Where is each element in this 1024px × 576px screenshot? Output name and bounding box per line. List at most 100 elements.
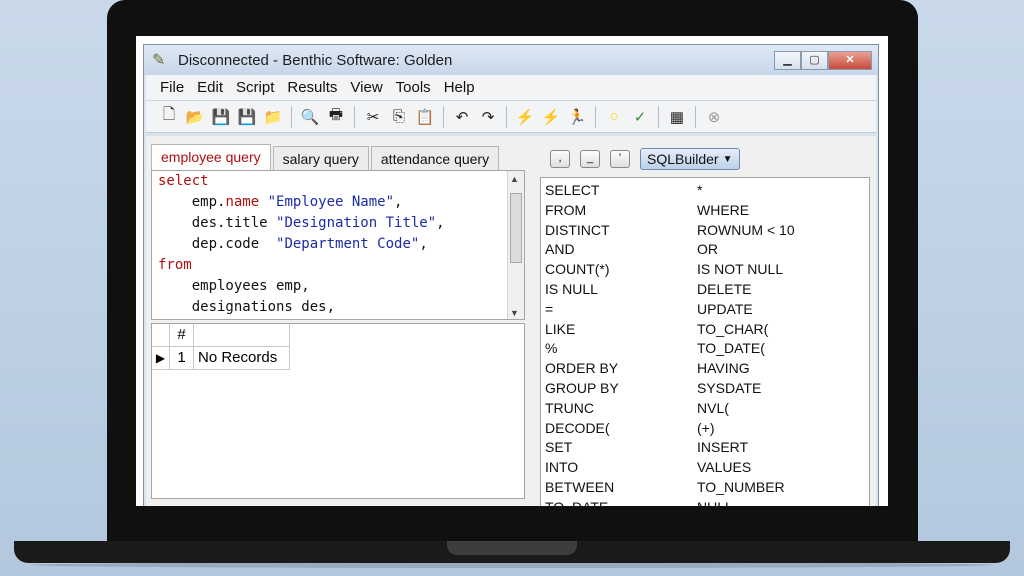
insert-comma-button[interactable]: , — [550, 150, 570, 168]
menu-results[interactable]: Results — [287, 79, 337, 96]
table-row[interactable]: ▶ 1 No Records — [152, 347, 524, 370]
insert-underscore-button[interactable]: _ — [580, 150, 600, 168]
open-folder-icon[interactable]: 📂 — [182, 108, 208, 126]
keyword-item[interactable]: SET — [541, 438, 693, 458]
undo-icon[interactable]: ↶ — [449, 108, 475, 126]
tab-employee-query[interactable]: employee query — [151, 144, 271, 170]
tab-salary-query[interactable]: salary query — [272, 146, 369, 170]
close-button[interactable]: ✕ — [828, 50, 872, 70]
commit-icon[interactable]: ○ — [601, 108, 627, 125]
keyword-item[interactable]: AND — [541, 240, 693, 260]
code-line: des.title "Designation Title", — [152, 213, 524, 234]
redo-icon[interactable]: ↷ — [475, 108, 501, 126]
save-icon[interactable]: 💾 — [208, 108, 234, 126]
keyword-item[interactable]: TRUNC — [541, 399, 693, 419]
open-icon[interactable]: 📁 — [260, 108, 286, 126]
scroll-up-icon[interactable]: ▲ — [510, 174, 519, 184]
keyword-item[interactable]: SELECT — [541, 181, 693, 201]
new-file-icon[interactable]: 🗋 — [156, 104, 182, 129]
cut-icon[interactable]: ✂ — [360, 108, 386, 126]
title-bar[interactable]: ✎ Disconnected - Benthic Software: Golde… — [144, 45, 878, 75]
keyword-item[interactable]: HAVING — [693, 359, 750, 379]
editor-scrollbar[interactable]: ▲ ▼ — [507, 171, 524, 319]
run-icon[interactable]: 🏃 — [564, 108, 590, 126]
code-line: emp.name "Employee Name", — [152, 192, 524, 213]
query-pane: employee query salary query attendance q… — [151, 144, 531, 506]
sql-builder-dropdown[interactable]: SQLBuilder ▼ — [640, 148, 740, 170]
cancel-icon[interactable]: ⊗ — [701, 108, 727, 126]
menu-tools[interactable]: Tools — [396, 79, 431, 96]
keyword-item[interactable]: BETWEEN — [541, 478, 693, 498]
keyword-item[interactable]: TO_NUMBER — [693, 478, 785, 498]
copy-icon[interactable]: ⎘ — [386, 108, 412, 125]
keyword-item[interactable]: NVL( — [693, 399, 729, 419]
menu-edit[interactable]: Edit — [197, 79, 223, 96]
keyword-item[interactable]: VALUES — [693, 458, 751, 478]
keyword-item[interactable]: ORDER BY — [541, 359, 693, 379]
scroll-down-icon[interactable]: ▼ — [510, 308, 519, 318]
keyword-item[interactable]: TO_DATE — [541, 498, 693, 506]
menu-view[interactable]: View — [350, 79, 382, 96]
keyword-item[interactable]: DELETE — [693, 280, 751, 300]
scroll-thumb[interactable] — [510, 193, 522, 263]
keyword-item[interactable]: INSERT — [693, 438, 748, 458]
execute-icon[interactable]: ⚡ — [512, 108, 538, 126]
keyword-item[interactable]: OR — [693, 240, 718, 260]
keyword-item[interactable]: COUNT(*) — [541, 260, 693, 280]
grid-header-row: # — [152, 324, 524, 347]
keyword-item[interactable]: = — [541, 300, 693, 320]
menu-file[interactable]: File — [160, 79, 184, 96]
toolbar-separator — [443, 105, 444, 128]
keyword-item[interactable]: WHERE — [693, 201, 749, 221]
menu-help[interactable]: Help — [444, 79, 475, 96]
insert-quote-button[interactable]: ' — [610, 150, 630, 168]
keyword-item[interactable]: TO_DATE( — [693, 339, 765, 359]
code-token: name — [225, 194, 260, 210]
keyword-item[interactable]: SYSDATE — [693, 379, 761, 399]
keyword-item[interactable]: UPDATE — [693, 300, 753, 320]
menu-script[interactable]: Script — [236, 79, 274, 96]
keyword-item[interactable]: FROM — [541, 201, 693, 221]
keyword-item[interactable]: IS NOT NULL — [693, 260, 783, 280]
print-preview-icon[interactable]: 🔍 — [297, 108, 323, 126]
rollback-icon[interactable]: ✓ — [627, 108, 653, 126]
list-item: LIKE TO_CHAR( — [541, 320, 869, 340]
keyword-item[interactable]: * — [693, 181, 702, 201]
toolbar-separator — [695, 105, 696, 128]
keyword-item[interactable]: TO_CHAR( — [693, 320, 768, 340]
list-item: AND OR — [541, 240, 869, 260]
keyword-item[interactable]: NULL — [693, 498, 733, 506]
keyword-item[interactable]: IS NULL — [541, 280, 693, 300]
keyword-list: SELECT * FROM WHERE DISTINCT ROWNUM < 10 AND OR… — [540, 177, 870, 506]
main-toolbar: 🗋 📂 💾 💾 📁 🔍 🖶 ✂ ⎘ 📋 ↶ ↷ ⚡ ⚡ 🏃 ○ ✓ ▦ ⊗ — [146, 101, 876, 133]
sql-editor[interactable]: select emp.name "Employee Name", des.tit… — [151, 170, 525, 320]
paste-icon[interactable]: 📋 — [412, 108, 438, 126]
list-item: INTO VALUES — [541, 458, 869, 478]
query-tabs: employee query salary query attendance q… — [151, 144, 531, 170]
keyword-item[interactable]: (+) — [693, 419, 715, 439]
maximize-button[interactable]: ▢ — [801, 50, 828, 70]
code-lines: select emp.name "Employee Name", des.tit… — [152, 171, 524, 318]
keyword-item[interactable]: DECODE( — [541, 419, 693, 439]
execute-step-icon[interactable]: ⚡ — [538, 108, 564, 126]
code-line: designations des, — [152, 297, 524, 318]
toolbar-separator — [354, 105, 355, 128]
toolbar-separator — [291, 105, 292, 128]
app-icon: ✎ — [152, 52, 166, 69]
keyword-item[interactable]: ROWNUM < 10 — [693, 221, 795, 241]
save-all-icon[interactable]: 💾 — [234, 108, 260, 126]
keyword-item[interactable]: LIKE — [541, 320, 693, 340]
print-icon[interactable]: 🖶 — [323, 104, 349, 129]
tab-attendance-query[interactable]: attendance query — [370, 146, 500, 170]
keyword-item[interactable]: DISTINCT — [541, 221, 693, 241]
laptop-notch — [447, 541, 577, 555]
list-item: GROUP BY SYSDATE — [541, 379, 869, 399]
minimize-button[interactable]: ▁ — [774, 50, 801, 70]
connect-icon[interactable]: ▦ — [664, 108, 690, 126]
keyword-item[interactable]: % — [541, 339, 693, 359]
list-item: BETWEEN TO_NUMBER — [541, 478, 869, 498]
code-token: "Employee Name" — [259, 194, 395, 210]
keyword-item[interactable]: INTO — [541, 458, 693, 478]
row-number: 1 — [170, 347, 194, 370]
keyword-item[interactable]: GROUP BY — [541, 379, 693, 399]
